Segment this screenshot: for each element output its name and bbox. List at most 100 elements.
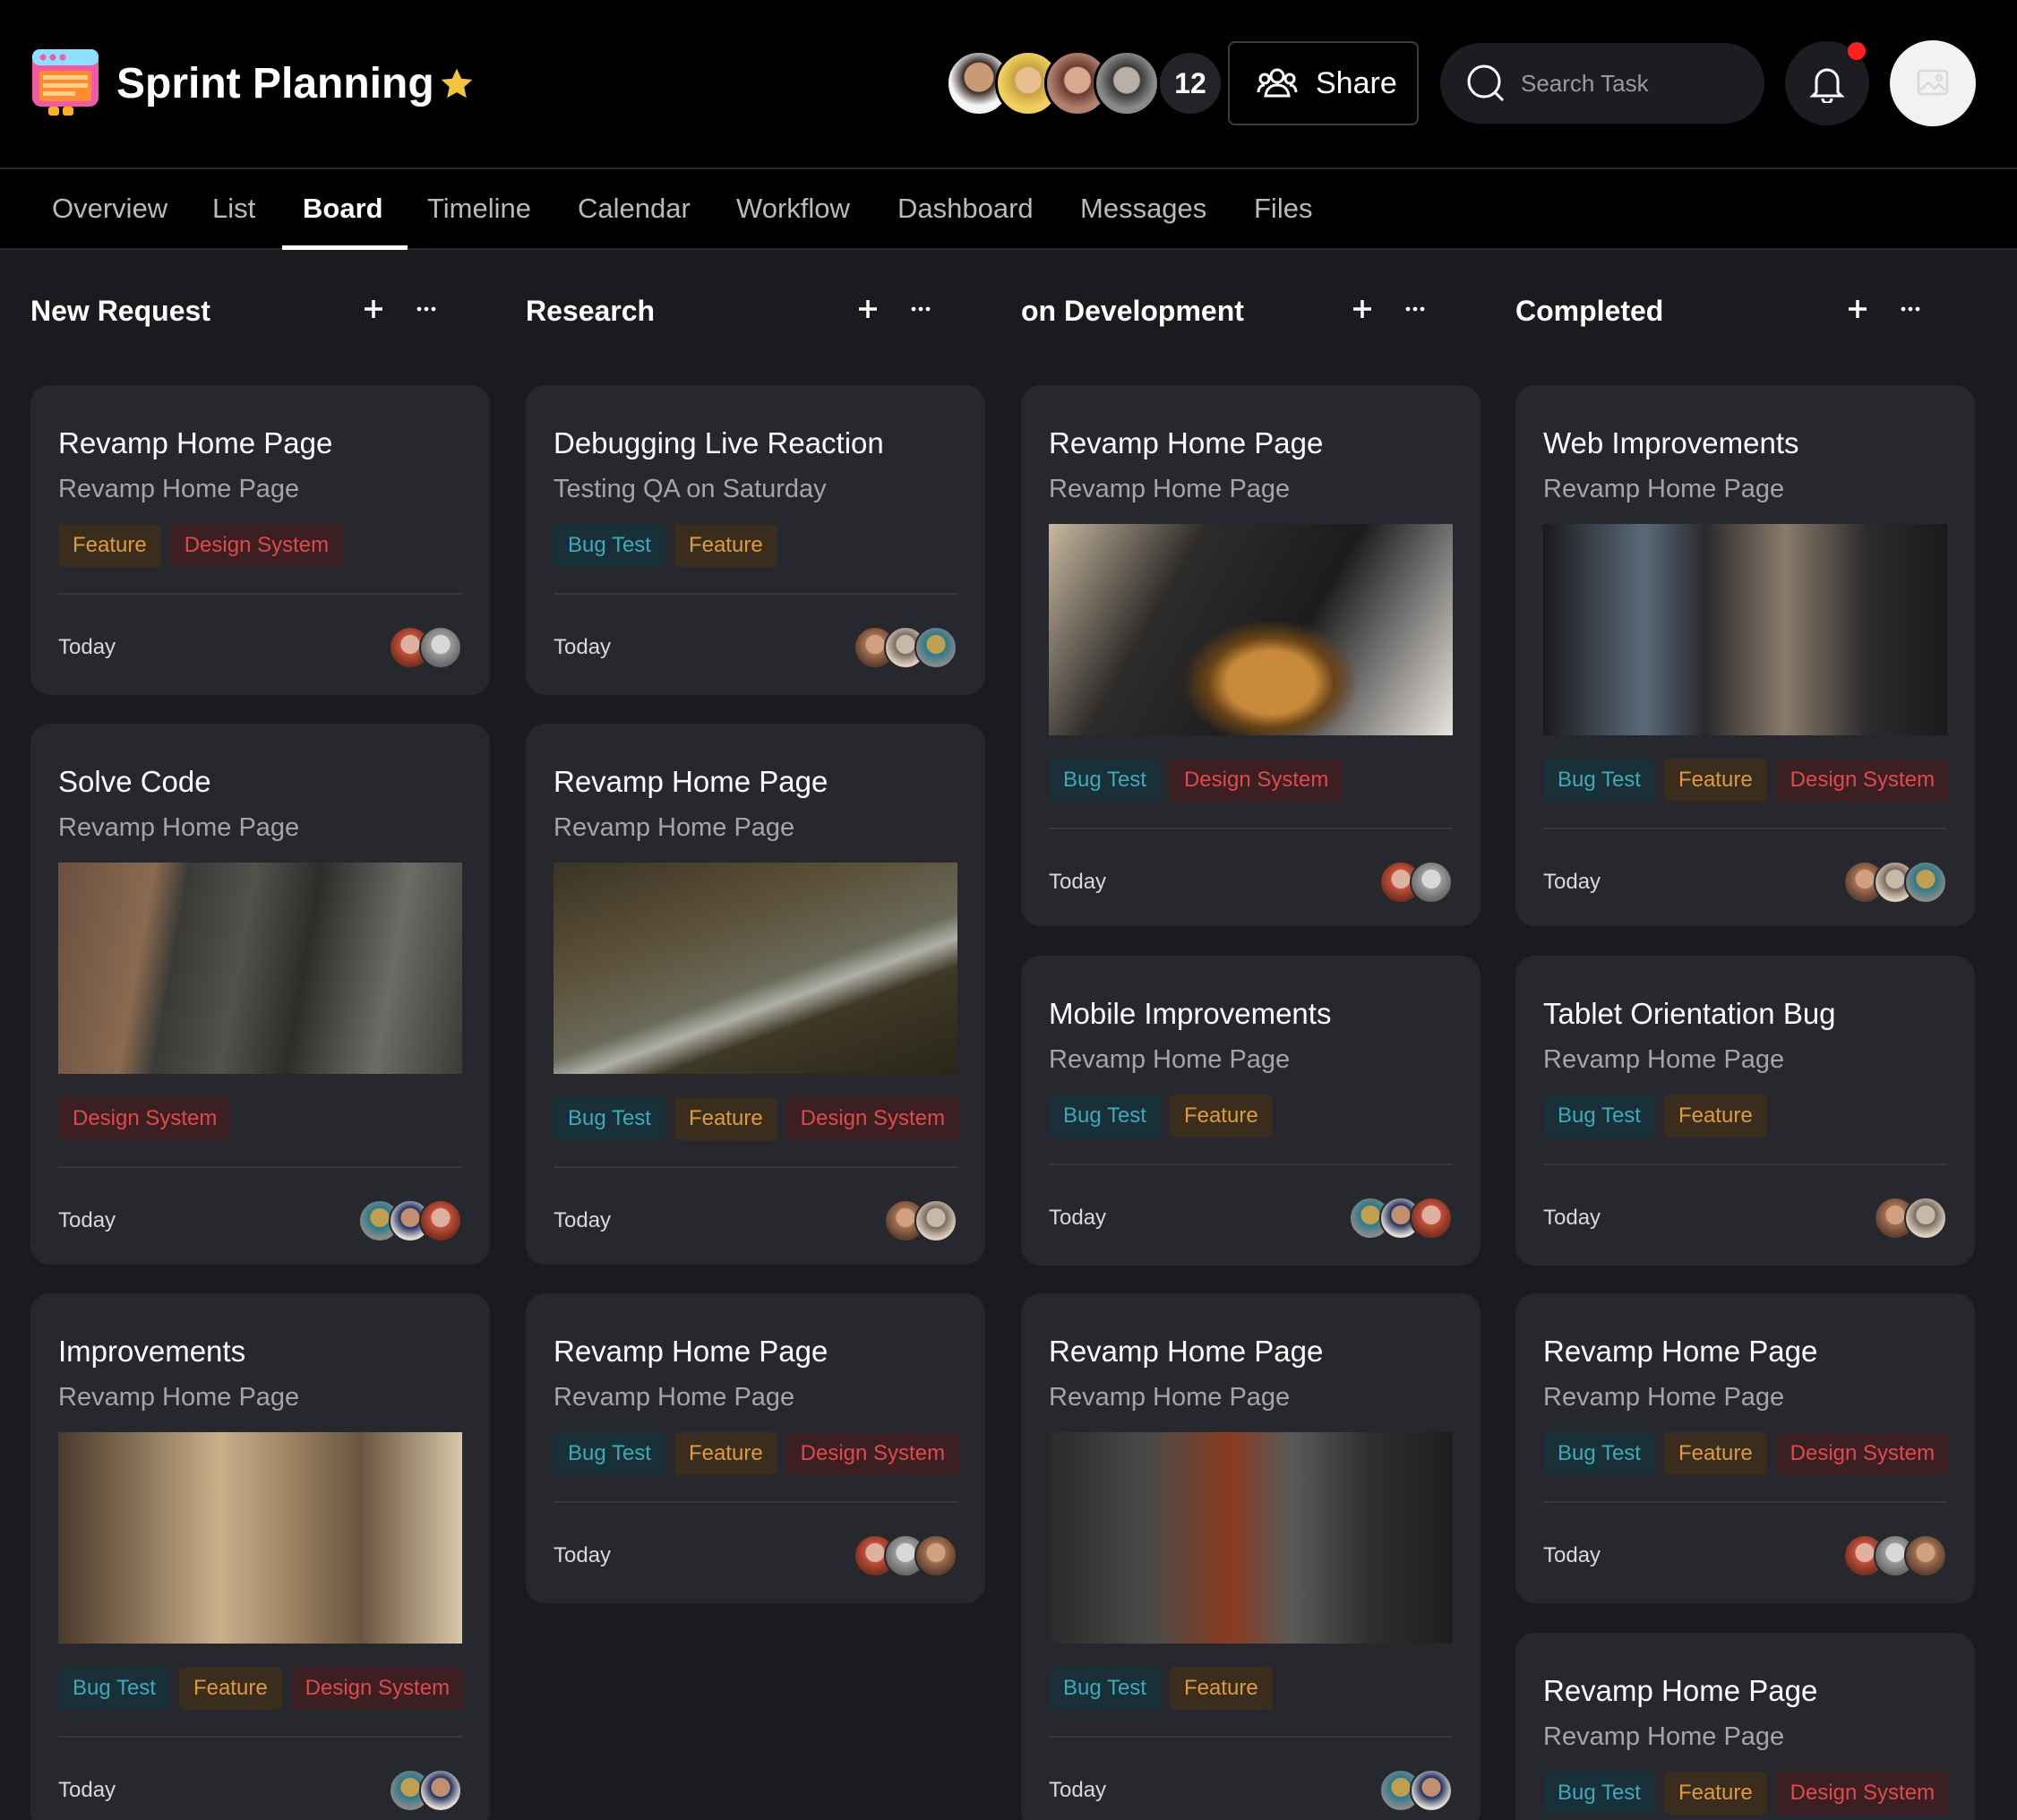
tag-badge[interactable]: Feature bbox=[1169, 1095, 1273, 1138]
task-card[interactable]: Debugging Live Reaction Testing QA on Sat… bbox=[526, 385, 985, 695]
assignee-avatars[interactable] bbox=[1843, 861, 1947, 904]
avatar[interactable] bbox=[419, 1769, 462, 1812]
card-divider bbox=[1543, 1163, 1947, 1165]
tab-list[interactable]: List bbox=[212, 169, 255, 248]
plus-icon bbox=[365, 300, 382, 318]
more-icon bbox=[416, 306, 436, 312]
tag-badge[interactable]: Bug Test bbox=[554, 524, 665, 567]
tab-calendar[interactable]: Calendar bbox=[578, 169, 691, 248]
task-card[interactable]: Mobile Improvements Revamp Home Page Bug T… bbox=[1021, 956, 1481, 1266]
task-card[interactable]: Revamp Home Page Revamp Home Page Bug Test… bbox=[1021, 1293, 1481, 1820]
tab-messages[interactable]: Messages bbox=[1080, 169, 1206, 248]
search-bar[interactable] bbox=[1440, 43, 1764, 124]
avatar[interactable] bbox=[419, 1199, 462, 1242]
tag-badge[interactable]: Bug Test bbox=[1543, 1095, 1655, 1138]
tag-badge[interactable]: Bug Test bbox=[1049, 759, 1161, 802]
task-card[interactable]: Revamp Home Page Revamp Home Page Bug Test… bbox=[526, 724, 985, 1265]
tab-timeline[interactable]: Timeline bbox=[427, 169, 531, 248]
tag-badge[interactable]: Feature bbox=[1663, 1432, 1767, 1475]
assignee-avatars[interactable] bbox=[1379, 1769, 1453, 1812]
avatar[interactable] bbox=[1410, 1197, 1453, 1240]
avatar[interactable] bbox=[914, 626, 957, 669]
tag-badge[interactable]: Bug Test bbox=[1543, 1432, 1655, 1475]
add-card-button[interactable] bbox=[851, 292, 885, 326]
tag-badge[interactable]: Bug Test bbox=[1543, 759, 1655, 802]
tag-badge[interactable]: Design System bbox=[1775, 759, 1950, 802]
task-card[interactable]: Solve Code Revamp Home Page Design System T… bbox=[30, 724, 490, 1265]
assignee-avatars[interactable] bbox=[1874, 1197, 1947, 1240]
share-button[interactable]: Share bbox=[1228, 41, 1419, 125]
column-more-button[interactable] bbox=[1893, 292, 1927, 326]
tag-badge[interactable]: Feature bbox=[674, 524, 777, 567]
avatar[interactable] bbox=[914, 1534, 957, 1577]
tag-badge[interactable]: Feature bbox=[1169, 1667, 1273, 1710]
tag-badge[interactable]: Design System bbox=[1775, 1772, 1950, 1815]
tag-badge[interactable]: Design System bbox=[1169, 759, 1343, 802]
tab-dashboard[interactable]: Dashboard bbox=[897, 169, 1034, 248]
star-icon[interactable] bbox=[438, 65, 476, 103]
tag-badge[interactable]: Design System bbox=[785, 1097, 960, 1140]
tag-badge[interactable]: Design System bbox=[1775, 1432, 1950, 1475]
card-title: Web Improvements bbox=[1543, 426, 1799, 459]
tag-badge[interactable]: Bug Test bbox=[554, 1097, 665, 1140]
assignee-avatars[interactable] bbox=[884, 1199, 957, 1242]
avatar[interactable] bbox=[1094, 50, 1160, 116]
tag-badge[interactable]: Feature bbox=[1663, 1095, 1767, 1138]
card-subtitle: Revamp Home Page bbox=[1543, 1045, 1785, 1074]
avatar[interactable] bbox=[914, 1199, 957, 1242]
tag-list: Bug Test Feature Design System bbox=[554, 1432, 960, 1475]
tag-badge[interactable]: Feature bbox=[178, 1667, 282, 1710]
tab-board[interactable]: Board bbox=[303, 169, 383, 248]
task-card[interactable]: Web Improvements Revamp Home Page Bug Test… bbox=[1515, 385, 1975, 926]
task-card[interactable]: Revamp Home Page Revamp Home Page Feature D… bbox=[30, 385, 490, 695]
tag-badge[interactable]: Feature bbox=[674, 1097, 777, 1140]
avatar[interactable] bbox=[1410, 861, 1453, 904]
tag-badge[interactable]: Feature bbox=[1663, 759, 1767, 802]
column-more-button[interactable] bbox=[1398, 292, 1432, 326]
task-card[interactable]: Tablet Orientation Bug Revamp Home Page Bu… bbox=[1515, 956, 1975, 1266]
add-card-button[interactable] bbox=[356, 292, 391, 326]
card-subtitle: Revamp Home Page bbox=[1543, 1722, 1785, 1751]
tag-badge[interactable]: Feature bbox=[1663, 1772, 1767, 1815]
column-more-button[interactable] bbox=[409, 292, 443, 326]
member-count-badge[interactable]: 12 bbox=[1157, 50, 1223, 116]
tag-badge[interactable]: Design System bbox=[58, 1097, 232, 1140]
tag-badge[interactable]: Bug Test bbox=[58, 1667, 170, 1710]
avatar[interactable] bbox=[1904, 1197, 1947, 1240]
assignee-avatars[interactable] bbox=[1379, 861, 1453, 904]
assignee-avatars[interactable] bbox=[358, 1199, 462, 1242]
tag-badge[interactable]: Design System bbox=[785, 1432, 960, 1475]
user-avatar[interactable] bbox=[1890, 40, 1976, 126]
column-title: New Request bbox=[30, 295, 210, 327]
avatar[interactable] bbox=[419, 626, 462, 669]
assignee-avatars[interactable] bbox=[1349, 1197, 1453, 1240]
tab-overview[interactable]: Overview bbox=[52, 169, 167, 248]
tag-badge[interactable]: Design System bbox=[169, 524, 344, 567]
avatar[interactable] bbox=[1410, 1769, 1453, 1812]
tag-badge[interactable]: Bug Test bbox=[1543, 1772, 1655, 1815]
tag-badge[interactable]: Bug Test bbox=[1049, 1095, 1161, 1138]
assignee-avatars[interactable] bbox=[854, 626, 957, 669]
assignee-avatars[interactable] bbox=[389, 626, 462, 669]
assignee-avatars[interactable] bbox=[854, 1534, 957, 1577]
task-card[interactable]: Revamp Home Page Revamp Home Page Bug Test… bbox=[1021, 385, 1481, 926]
task-card[interactable]: Improvements Revamp Home Page Bug Test Feat… bbox=[30, 1293, 490, 1820]
tab-workflow[interactable]: Workflow bbox=[736, 169, 850, 248]
add-card-button[interactable] bbox=[1345, 292, 1379, 326]
tag-badge[interactable]: Bug Test bbox=[1049, 1667, 1161, 1710]
tab-files[interactable]: Files bbox=[1254, 169, 1312, 248]
tag-badge[interactable]: Design System bbox=[290, 1667, 465, 1710]
task-card[interactable]: Revamp Home Page Revamp Home Page Bug Test… bbox=[1515, 1293, 1975, 1603]
add-card-button[interactable] bbox=[1841, 292, 1875, 326]
tag-badge[interactable]: Feature bbox=[674, 1432, 777, 1475]
search-input[interactable] bbox=[1521, 69, 1745, 98]
assignee-avatars[interactable] bbox=[1843, 1534, 1947, 1577]
tag-badge[interactable]: Bug Test bbox=[554, 1432, 665, 1475]
assignee-avatars[interactable] bbox=[389, 1769, 462, 1812]
tag-badge[interactable]: Feature bbox=[58, 524, 161, 567]
column-more-button[interactable] bbox=[904, 292, 938, 326]
avatar[interactable] bbox=[1904, 1534, 1947, 1577]
avatar[interactable] bbox=[1904, 861, 1947, 904]
task-card[interactable]: Revamp Home Page Revamp Home Page Bug Test… bbox=[526, 1293, 985, 1603]
task-card[interactable]: Revamp Home Page Revamp Home Page Bug Test… bbox=[1515, 1633, 1975, 1820]
